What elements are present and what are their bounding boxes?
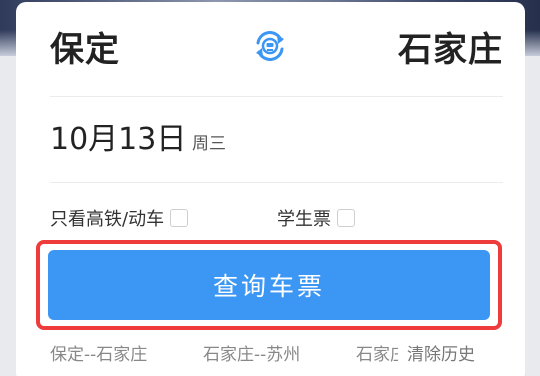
query-tickets-button[interactable]: 查询车票	[48, 250, 490, 320]
history-item[interactable]: 保定--石家庄	[50, 340, 147, 365]
student-ticket-label: 学生票	[277, 209, 331, 230]
student-ticket-option[interactable]: 学生票	[277, 205, 355, 231]
route-selector: 保定 石家庄	[16, 2, 525, 96]
search-history: 保定--石家庄 石家庄--苏州 石家庄-- 清除历史	[50, 340, 490, 365]
clear-history-button[interactable]: 清除历史	[407, 340, 475, 365]
history-item[interactable]: 石家庄--苏州	[203, 340, 300, 365]
from-station[interactable]: 保定	[50, 30, 120, 70]
to-station[interactable]: 石家庄	[398, 30, 503, 70]
railway-swap-icon[interactable]	[250, 26, 290, 66]
divider	[50, 96, 503, 97]
departure-weekday: 周三	[192, 134, 226, 154]
query-button-highlight: 查询车票	[36, 240, 502, 330]
divider	[50, 182, 503, 183]
history-item[interactable]: 石家庄--	[356, 340, 398, 365]
high-speed-only-option[interactable]: 只看高铁/动车	[50, 205, 189, 231]
high-speed-only-label: 只看高铁/动车	[50, 209, 165, 230]
ticket-search-card: 保定 石家庄 10月13日 周三 只看高铁/动车 学生票 查询车票 保定--石家…	[16, 2, 525, 376]
student-ticket-checkbox[interactable]	[337, 209, 355, 227]
departure-date: 10月13日	[50, 122, 187, 157]
date-selector[interactable]: 10月13日 周三	[50, 118, 490, 162]
high-speed-only-checkbox[interactable]	[170, 209, 189, 227]
